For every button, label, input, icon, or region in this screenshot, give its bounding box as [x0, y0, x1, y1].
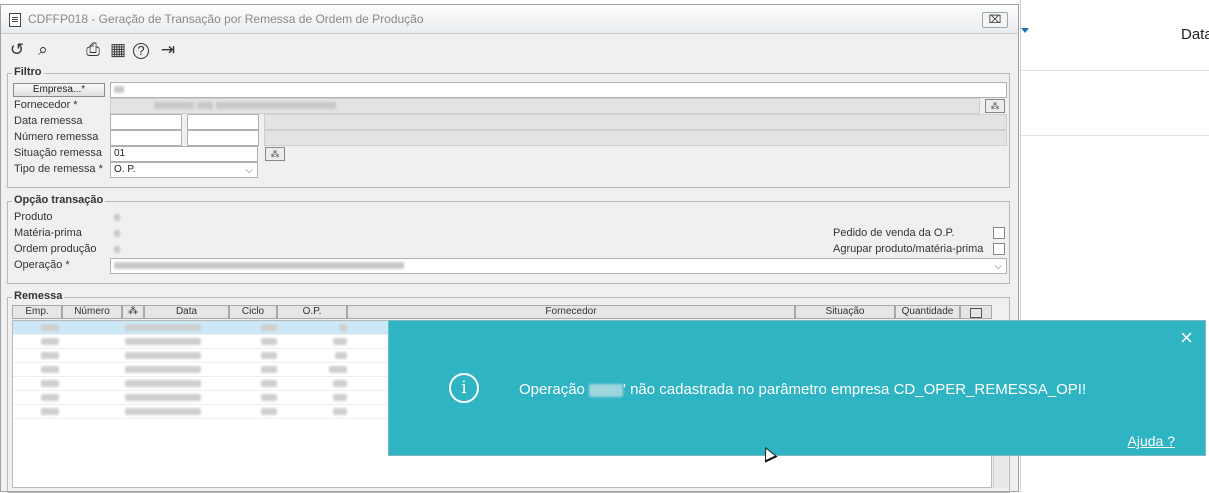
operacao-select[interactable]: ⌵	[110, 258, 1007, 274]
materia-prima-label: Matéria-prima	[14, 227, 82, 239]
data-remessa-label: Data remessa	[14, 115, 83, 127]
toolbar: ↺ ⌕ ⎙ ▦ ? ⇥	[1, 34, 1018, 66]
numero-remessa-info	[264, 130, 1007, 146]
col-header-situacao[interactable]: Situação	[795, 305, 895, 319]
col-header-fornecedor[interactable]: Fornecedor	[347, 305, 795, 319]
produto-label: Produto	[14, 211, 53, 223]
materia-prima-value	[114, 227, 120, 239]
fornecedor-lookup-button[interactable]: ⁂	[985, 99, 1005, 113]
produto-value	[114, 211, 120, 223]
search-icon[interactable]: ⌕	[33, 40, 53, 60]
background-data-label: Data	[1181, 26, 1209, 43]
window-title: CDFFP018 - Geração de Transação por Reme…	[28, 12, 424, 26]
col-header-select-all[interactable]	[960, 305, 992, 319]
print-icon[interactable]: ⎙	[83, 40, 103, 60]
numero-remessa-to[interactable]	[187, 130, 259, 146]
document-icon	[9, 13, 21, 27]
data-remessa-from[interactable]	[110, 114, 182, 130]
pedido-venda-checkbox[interactable]	[993, 227, 1005, 239]
redacted-operation-code	[589, 383, 624, 397]
col-header-lookup[interactable]: ⁂	[122, 305, 144, 319]
opcao-transacao-title: Opção transação	[12, 194, 106, 206]
help-icon[interactable]: ?	[133, 43, 149, 59]
toast-message-prefix: Operação	[519, 381, 585, 398]
ordem-producao-label: Ordem produção	[14, 243, 97, 255]
title-bar[interactable]: CDFFP018 - Geração de Transação por Reme…	[1, 5, 1018, 34]
agrupar-checkbox[interactable]	[993, 243, 1005, 255]
col-header-quantidade[interactable]: Quantidade	[895, 305, 960, 319]
col-header-op[interactable]: O.P.	[277, 305, 347, 319]
data-remessa-info	[264, 114, 1007, 130]
fornecedor-label: Fornecedor *	[14, 99, 78, 111]
operacao-label: Operação *	[14, 259, 70, 271]
chevron-down-icon: ⌵	[994, 261, 1002, 272]
tipo-remessa-value: O. P.	[114, 164, 136, 175]
close-icon[interactable]: ×	[1180, 327, 1193, 349]
situacao-lookup-button[interactable]: ⁂	[265, 147, 285, 161]
empresa-field[interactable]	[110, 82, 1007, 98]
filtro-title: Filtro	[12, 66, 44, 78]
col-header-emp[interactable]: Emp.	[12, 305, 62, 319]
empresa-button[interactable]: Empresa...*	[13, 83, 105, 97]
data-remessa-to[interactable]	[187, 114, 259, 130]
tipo-remessa-label: Tipo de remessa *	[14, 163, 103, 175]
calendar-icon[interactable]: ▦	[108, 40, 128, 60]
toast-message: Operação ' não cadastrada no parâmetro e…	[519, 381, 1086, 398]
close-button[interactable]: ⌧	[982, 12, 1008, 28]
dropdown-caret-icon[interactable]	[1021, 28, 1029, 33]
numero-remessa-from[interactable]	[110, 130, 182, 146]
info-icon: i	[449, 373, 479, 403]
situacao-remessa-field[interactable]: 01	[110, 146, 258, 162]
exit-icon[interactable]: ⇥	[158, 40, 178, 60]
divider	[1021, 70, 1209, 71]
col-header-ciclo[interactable]: Ciclo	[229, 305, 277, 319]
chevron-down-icon: ⌵	[245, 165, 253, 176]
toast-message-suffix: ' não cadastrada no parâmetro empresa CD…	[623, 381, 1087, 398]
remessa-title: Remessa	[12, 290, 65, 302]
tipo-remessa-select[interactable]: O. P. ⌵	[110, 162, 258, 178]
fornecedor-field[interactable]	[110, 98, 980, 114]
col-header-numero[interactable]: Número	[62, 305, 122, 319]
help-link[interactable]: Ajuda ?	[1128, 433, 1175, 449]
pedido-venda-label: Pedido de venda da O.P.	[833, 227, 955, 239]
error-toast: × i Operação ' não cadastrada no parâmet…	[388, 320, 1206, 456]
divider	[1021, 135, 1209, 136]
numero-remessa-label: Número remessa	[14, 131, 99, 143]
undo-icon[interactable]: ↺	[7, 40, 27, 60]
col-header-data[interactable]: Data	[144, 305, 229, 319]
agrupar-label: Agrupar produto/matéria-prima	[833, 243, 984, 255]
ordem-producao-value	[114, 243, 120, 255]
situacao-remessa-label: Situação remessa	[14, 147, 103, 159]
